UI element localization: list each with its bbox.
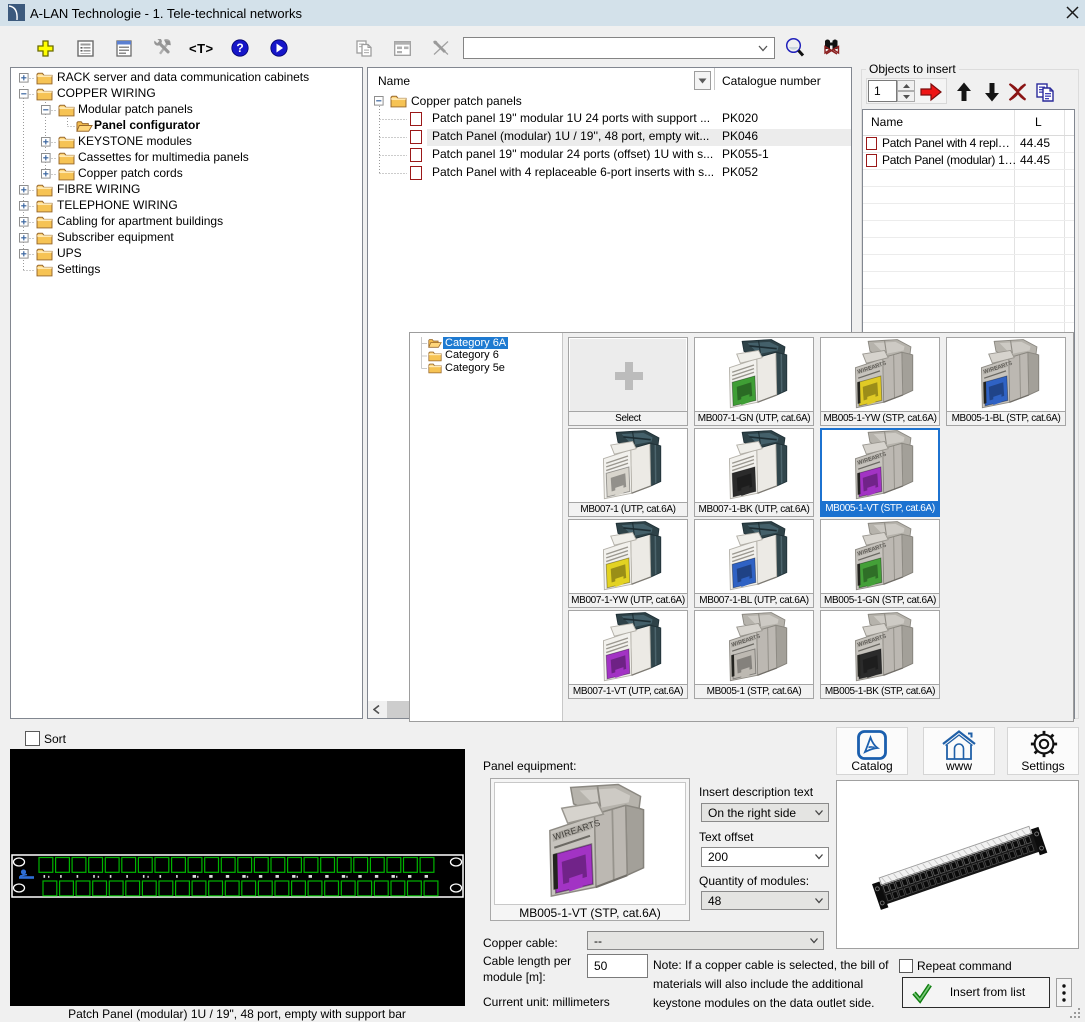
svg-text:?: ? [236,41,243,55]
